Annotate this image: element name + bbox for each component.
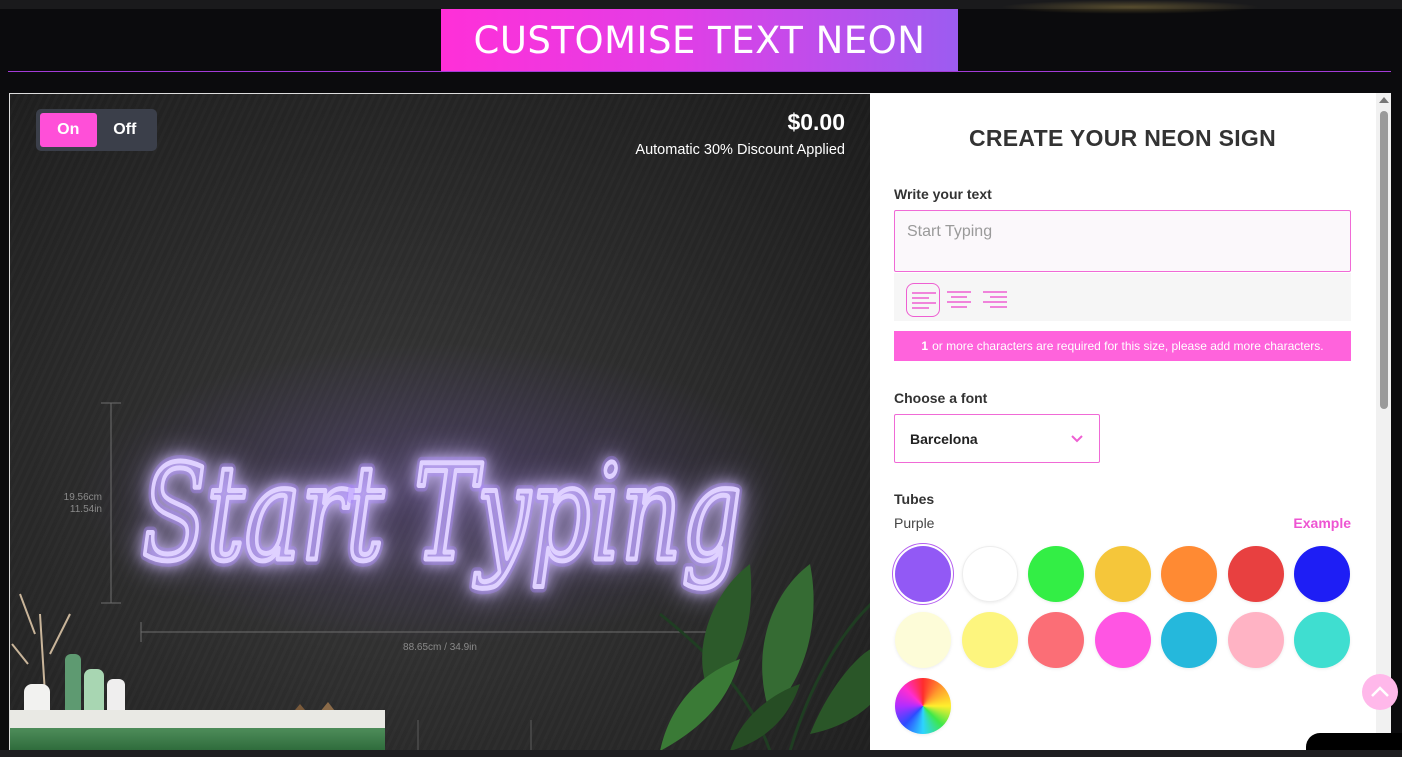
- discount-note: Automatic 30% Discount Applied: [635, 142, 845, 158]
- tube-swatch-pink[interactable]: [1094, 612, 1151, 668]
- price-box: $0.00 Automatic 30% Discount Applied: [635, 109, 845, 158]
- scroll-thumb[interactable]: [1380, 111, 1388, 409]
- warning-text: or more characters are required for this…: [932, 339, 1324, 353]
- page-title: CUSTOMISE TEXT NEON: [473, 18, 926, 62]
- align-right-icon[interactable]: [978, 283, 1012, 317]
- tube-swatch-coral[interactable]: [1028, 612, 1084, 668]
- tube-swatch-warm-white[interactable]: [895, 612, 951, 668]
- wall-panel-line: [417, 720, 419, 750]
- tubes-label: Tubes: [894, 491, 935, 507]
- warning-count: 1: [921, 339, 929, 353]
- tube-swatch-rgb[interactable]: [895, 678, 951, 734]
- width-label: 88.65cm / 34.9in: [403, 642, 477, 653]
- font-select-value: Barcelona: [910, 430, 978, 447]
- neon-preview: 19.56cm 11.54in 88.65cm / 34.9in Start T…: [9, 93, 870, 750]
- bottom-strip: [0, 750, 1402, 757]
- config-panel: CREATE YOUR NEON SIGN Write your text St…: [870, 93, 1391, 750]
- neon-text-glow: Start Typing: [142, 437, 742, 591]
- tube-swatch-aqua[interactable]: [1294, 612, 1350, 668]
- toggle-on-button[interactable]: On: [40, 113, 97, 147]
- selected-tube-name: Purple: [894, 515, 935, 531]
- sign-text-input[interactable]: [894, 210, 1351, 272]
- tube-swatch-light-pink[interactable]: [1227, 612, 1284, 668]
- toggle-off-button[interactable]: Off: [97, 113, 154, 147]
- page-banner: CUSTOMISE TEXT NEON: [441, 9, 958, 71]
- tube-swatch-orange[interactable]: [1161, 546, 1217, 602]
- tube-swatch-ice-blue[interactable]: [1161, 612, 1217, 668]
- height-in-label: 11.54in: [70, 504, 102, 515]
- panel-title: CREATE YOUR NEON SIGN: [968, 125, 1277, 151]
- preview-canvas: 19.56cm 11.54in 88.65cm / 34.9in Start T…: [11, 344, 870, 750]
- page: CUSTOMISE TEXT NEON 19.56cm 11.54in 88.6…: [0, 0, 1402, 757]
- align-center-icon[interactable]: [942, 283, 976, 317]
- wall-panel-line: [530, 720, 532, 750]
- align-left-icon[interactable]: [906, 283, 940, 317]
- example-link[interactable]: Example: [1293, 515, 1351, 531]
- alignment-row: [894, 273, 1351, 321]
- tube-swatch-white[interactable]: [961, 546, 1018, 602]
- chevron-down-icon: [1071, 435, 1083, 443]
- tube-swatch-blue[interactable]: [1294, 546, 1350, 602]
- tube-swatch-green[interactable]: [1028, 546, 1084, 602]
- selected-swatch-ring: [892, 543, 954, 605]
- neon-text-group: Start Typing Start Typing: [136, 431, 748, 597]
- chevron-up-icon: [1371, 686, 1389, 697]
- font-select[interactable]: Barcelona: [894, 414, 1100, 463]
- light-toggle: On Off: [36, 109, 157, 151]
- tube-swatch-golden-yellow[interactable]: [1094, 546, 1151, 602]
- font-label: Choose a font: [894, 390, 988, 406]
- character-warning: 1 or more characters are required for th…: [894, 331, 1351, 361]
- tube-swatch-red[interactable]: [1227, 546, 1284, 602]
- shelf-front: [10, 728, 385, 750]
- banner-divider: [8, 71, 1391, 72]
- back-to-top-button[interactable]: [1362, 674, 1398, 710]
- write-text-label: Write your text: [894, 186, 992, 202]
- tube-swatch-lemon-yellow[interactable]: [961, 612, 1018, 668]
- price: $0.00: [787, 109, 845, 135]
- scrollbar[interactable]: [1376, 93, 1391, 750]
- top-glow: [1000, 0, 1260, 14]
- height-cm-label: 19.56cm: [64, 492, 102, 503]
- scroll-up-icon[interactable]: [1379, 97, 1389, 103]
